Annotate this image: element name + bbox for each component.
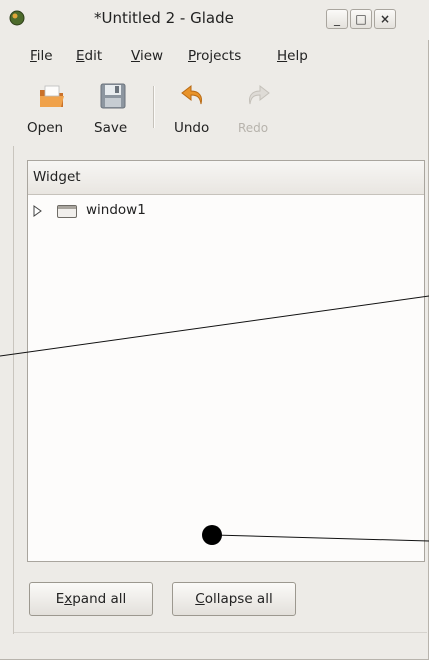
collapse-all-button[interactable]: Collapse all bbox=[172, 582, 296, 616]
widget-column-header[interactable]: Widget bbox=[28, 161, 424, 195]
expander-arrow-icon[interactable] bbox=[33, 205, 42, 217]
tree-row[interactable]: window1 bbox=[28, 199, 424, 223]
title-bar[interactable]: *Untitled 2 - Glade _ □ × bbox=[0, 0, 429, 40]
status-bar bbox=[14, 632, 427, 657]
save-button[interactable]: Save bbox=[93, 76, 137, 140]
maximize-icon: □ bbox=[355, 12, 367, 26]
glade-app-icon bbox=[9, 10, 25, 26]
undo-label: Undo bbox=[174, 120, 210, 136]
open-label: Open bbox=[27, 120, 64, 136]
undo-button[interactable]: Undo bbox=[171, 76, 221, 140]
save-disk-icon bbox=[100, 83, 126, 109]
toolbar: Open Save Undo Redo bbox=[0, 76, 429, 146]
window-icon bbox=[57, 205, 77, 218]
redo-label: Redo bbox=[238, 121, 269, 135]
redo-button[interactable]: Redo bbox=[234, 76, 280, 140]
menu-file[interactable]: File bbox=[30, 48, 53, 64]
minimize-button[interactable]: _ bbox=[326, 9, 348, 29]
glade-window: *Untitled 2 - Glade _ □ × File Edit View… bbox=[0, 0, 429, 660]
menu-bar: File Edit View Projects Help bbox=[0, 44, 429, 70]
open-button[interactable]: Open bbox=[27, 76, 79, 140]
toolbar-separator bbox=[153, 86, 155, 128]
widget-tree-view[interactable]: Widget window1 bbox=[27, 160, 425, 562]
undo-arrow-icon bbox=[181, 84, 202, 105]
tree-row-label: window1 bbox=[86, 202, 146, 218]
menu-help[interactable]: Help bbox=[277, 48, 308, 64]
menu-edit[interactable]: Edit bbox=[76, 48, 102, 64]
panel-edge bbox=[13, 146, 14, 634]
menu-projects[interactable]: Projects bbox=[188, 48, 241, 64]
close-button[interactable]: × bbox=[374, 9, 396, 29]
close-icon: × bbox=[379, 12, 391, 26]
maximize-button[interactable]: □ bbox=[350, 9, 372, 29]
menu-view[interactable]: View bbox=[131, 48, 163, 64]
save-label: Save bbox=[94, 120, 128, 136]
expand-all-button[interactable]: Expand all bbox=[29, 582, 153, 616]
redo-arrow-icon bbox=[249, 84, 270, 105]
window-title: *Untitled 2 - Glade bbox=[94, 9, 234, 27]
widget-column-label: Widget bbox=[33, 169, 81, 185]
open-folder-icon bbox=[40, 85, 64, 107]
minimize-icon: _ bbox=[334, 12, 340, 26]
